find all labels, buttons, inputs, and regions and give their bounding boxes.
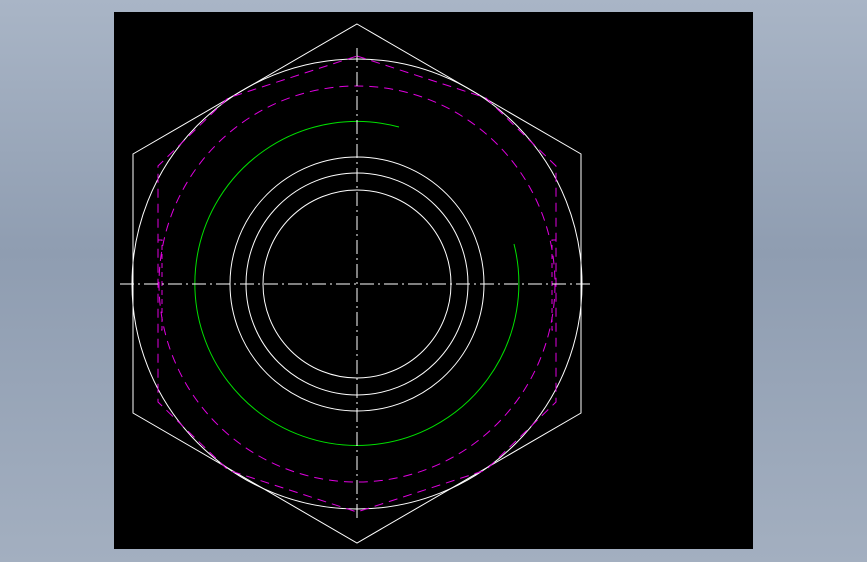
hex-nut-drawing	[120, 23, 594, 544]
thread-minor-arc	[342, 123, 514, 245]
